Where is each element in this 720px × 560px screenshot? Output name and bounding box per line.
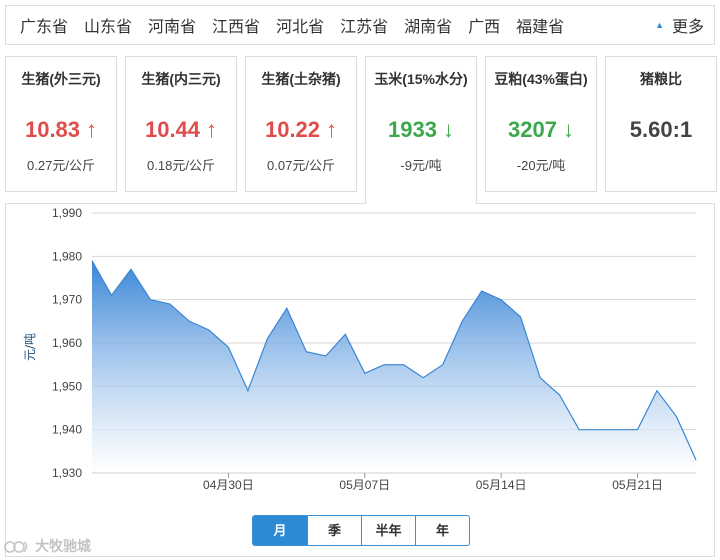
card-title: 生猪(外三元) <box>21 71 101 87</box>
price-card[interactable]: 生猪(土杂猪) 10.22 ↑ 0.07元/公斤 <box>245 56 357 192</box>
arrow-up-icon: ↑ <box>86 117 98 142</box>
card-change: 0.18元/公斤 <box>147 158 215 173</box>
card-price: 10.22 ↑ <box>246 117 356 143</box>
card-title: 猪粮比 <box>640 71 682 87</box>
card-price: 3207 ↓ <box>486 117 596 143</box>
period-tab[interactable]: 年 <box>415 516 469 545</box>
province-item[interactable]: 河南省 <box>148 13 196 37</box>
card-price-value: 3207 <box>508 117 557 142</box>
period-tab[interactable]: 月 <box>253 516 307 545</box>
province-list: 广东省 山东省 河南省 江西省 河北省 江苏省 湖南省 广西 福建省 <box>20 6 580 44</box>
province-item[interactable]: 江苏省 <box>340 13 388 37</box>
period-tabs: 月季半年年 <box>252 515 470 546</box>
card-price: 1933 ↓ <box>366 117 476 143</box>
y-tick-label: 1,990 <box>52 206 82 220</box>
price-card[interactable]: 豆粕(43%蛋白) 3207 ↓ -20元/吨 <box>485 56 597 192</box>
province-bar: 广东省 山东省 河南省 江西省 河北省 江苏省 湖南省 广西 福建省 ▲ 更多 <box>5 5 715 45</box>
card-price-value: 10.22 <box>264 117 321 142</box>
province-item[interactable]: 河北省 <box>276 13 324 37</box>
card-change: -9元/吨 <box>400 158 442 173</box>
province-item[interactable]: 广东省 <box>20 13 68 37</box>
x-tick-label: 05月14日 <box>476 478 527 492</box>
arrow-up-icon: ↑ <box>206 117 218 142</box>
logo-icon <box>4 541 28 553</box>
province-item[interactable]: 福建省 <box>516 13 564 37</box>
x-tick-label: 05月07日 <box>339 478 390 492</box>
watermark-text: 大牧驰城 <box>35 538 91 554</box>
y-tick-label: 1,950 <box>52 379 82 393</box>
more-label: 更多 <box>671 19 704 36</box>
province-item[interactable]: 江西省 <box>212 13 260 37</box>
watermark: 大牧驰城 <box>4 536 91 556</box>
more-link[interactable]: ▲ 更多 <box>655 6 704 44</box>
card-price-value: 10.83 <box>24 117 81 142</box>
y-tick-label: 1,980 <box>52 249 82 263</box>
card-title: 玉米(15%水分) <box>374 71 468 87</box>
arrow-down-icon: ↓ <box>562 117 574 142</box>
card-title: 豆粕(43%蛋白) <box>494 71 588 87</box>
arrow-up-icon: ↑ <box>326 117 338 142</box>
province-item[interactable]: 广西 <box>468 13 500 37</box>
y-tick-label: 1,930 <box>52 466 82 480</box>
province-item[interactable]: 湖南省 <box>404 13 452 37</box>
card-change: 0.07元/公斤 <box>267 158 335 173</box>
period-tab[interactable]: 半年 <box>361 516 415 545</box>
y-tick-label: 1,940 <box>52 423 82 437</box>
period-tab[interactable]: 季 <box>307 516 361 545</box>
chart-svg: 1,930 1,940 1,950 1,960 1,970 1,980 1,990 04月3… <box>23 206 697 492</box>
x-tick-label: 05月21日 <box>612 478 663 492</box>
card-price-value: 1933 <box>388 117 437 142</box>
price-card[interactable]: 生猪(外三元) 10.83 ↑ 0.27元/公斤 <box>5 56 117 192</box>
arrow-down-icon: ↓ <box>442 117 454 142</box>
card-change: -20元/吨 <box>516 158 566 173</box>
y-tick-label: 1,970 <box>52 293 82 307</box>
card-title: 生猪(土杂猪) <box>261 71 341 87</box>
x-tick-label: 04月30日 <box>203 478 254 492</box>
card-ratio-value: 5.60:1 <box>629 117 693 142</box>
price-chart: 1,930 1,940 1,950 1,960 1,970 1,980 1,990 04月3… <box>5 203 715 557</box>
area-layer <box>91 260 697 473</box>
card-price-value: 10.44 <box>144 117 201 142</box>
y-axis-label: 元/吨 <box>23 333 37 361</box>
card-price: 10.44 ↑ <box>126 117 236 143</box>
price-card[interactable]: 玉米(15%水分) 1933 ↓ -9元/吨 <box>365 56 477 204</box>
y-tick-label: 1,960 <box>52 336 82 350</box>
price-area <box>92 260 696 473</box>
province-item[interactable]: 山东省 <box>84 13 132 37</box>
triangle-up-icon: ▲ <box>655 20 664 30</box>
price-card[interactable]: 猪粮比 5.60:1 <box>605 56 717 192</box>
axis-layer: 04月30日 05月07日 05月14日 05月21日 <box>92 472 696 492</box>
card-title: 生猪(内三元) <box>141 71 221 87</box>
card-change: 0.27元/公斤 <box>27 158 95 173</box>
card-price: 10.83 ↑ <box>6 117 116 143</box>
price-card[interactable]: 生猪(内三元) 10.44 ↑ 0.18元/公斤 <box>125 56 237 192</box>
